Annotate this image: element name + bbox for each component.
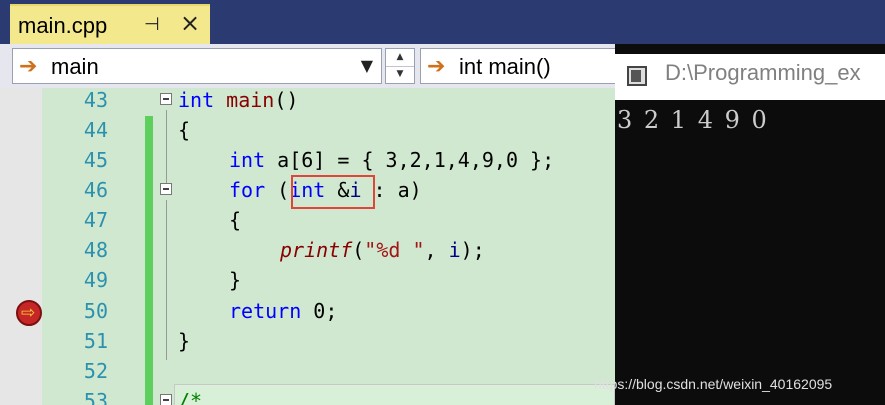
spin-down-icon[interactable]: ▼ bbox=[386, 66, 414, 83]
pin-icon[interactable]: ⊣ bbox=[144, 14, 160, 35]
code-text: int main() bbox=[178, 88, 299, 112]
line-number: 49 bbox=[83, 268, 108, 292]
console-titlebar[interactable]: D:\Programming_ex bbox=[615, 54, 885, 100]
code-line[interactable]: 51 } bbox=[0, 326, 615, 356]
code-line[interactable]: 48 printf("%d ", i); bbox=[0, 235, 615, 265]
console-app-icon bbox=[627, 66, 647, 86]
line-number: 46 bbox=[83, 178, 108, 202]
collapse-icon[interactable] bbox=[160, 183, 172, 195]
code-line[interactable]: 50 return 0; bbox=[0, 296, 615, 326]
collapse-icon[interactable] bbox=[160, 93, 172, 105]
code-line[interactable]: 45 int a[6] = { 3,2,1,4,9,0 }; bbox=[0, 145, 615, 175]
member-dropdown[interactable]: ➔ int main() bbox=[420, 48, 620, 84]
document-tab-strip: main.cpp ⊣ × bbox=[0, 0, 885, 44]
line-number: 48 bbox=[83, 238, 108, 262]
code-line[interactable]: 49 } bbox=[0, 265, 615, 295]
code-text: /* bbox=[178, 389, 203, 405]
tab-main-cpp[interactable]: main.cpp ⊣ × bbox=[10, 4, 210, 44]
code-line[interactable]: 44 { bbox=[0, 115, 615, 145]
watermark-text: https://blog.csdn.net/weixin_40162095 bbox=[594, 376, 833, 392]
collapse-icon[interactable] bbox=[160, 394, 172, 405]
line-number: 51 bbox=[83, 329, 108, 353]
console-output: 3 2 1 4 9 0 bbox=[617, 106, 769, 134]
line-number: 45 bbox=[83, 148, 108, 172]
member-arrow-icon: ➔ bbox=[19, 54, 38, 79]
spin-up-icon[interactable]: ▲ bbox=[386, 49, 414, 67]
code-text: { bbox=[178, 118, 191, 142]
code-line[interactable]: 47 { bbox=[0, 205, 615, 235]
member-arrow-icon: ➔ bbox=[427, 54, 446, 79]
line-number: 47 bbox=[83, 208, 108, 232]
code-line[interactable]: 53 /* bbox=[0, 386, 615, 405]
annotation-highlight-box bbox=[291, 175, 375, 209]
code-text: { bbox=[229, 208, 242, 232]
navigate-spinner[interactable]: ▲ ▼ bbox=[385, 48, 415, 84]
code-line[interactable]: 52 bbox=[0, 356, 615, 386]
tab-title: main.cpp bbox=[18, 13, 108, 38]
code-text: printf("%d ", i); bbox=[280, 238, 485, 262]
code-text: return 0; bbox=[229, 299, 338, 323]
chevron-down-icon[interactable]: ▼ bbox=[361, 56, 373, 75]
console-title: D:\Programming_ex bbox=[665, 60, 861, 85]
code-line[interactable]: 43 int main() bbox=[0, 88, 615, 115]
scope-label: main bbox=[51, 54, 99, 79]
code-text: } bbox=[229, 268, 242, 292]
console-window[interactable]: D:\Programming_ex 3 2 1 4 9 0 bbox=[615, 44, 885, 405]
close-icon[interactable]: × bbox=[180, 9, 200, 37]
code-text: int a[6] = { 3,2,1,4,9,0 }; bbox=[229, 148, 555, 172]
code-text: } bbox=[178, 329, 191, 353]
line-number: 44 bbox=[83, 118, 108, 142]
member-label: int main() bbox=[459, 54, 551, 79]
code-editor[interactable]: ⇨ 43 int main() 44 { 45 int a[6] = { 3,2… bbox=[0, 88, 615, 405]
line-number: 52 bbox=[83, 359, 108, 383]
scope-dropdown[interactable]: ➔ main ▼ bbox=[12, 48, 382, 84]
line-number: 53 bbox=[83, 389, 108, 405]
line-number: 50 bbox=[83, 299, 108, 323]
line-number: 43 bbox=[83, 88, 108, 112]
